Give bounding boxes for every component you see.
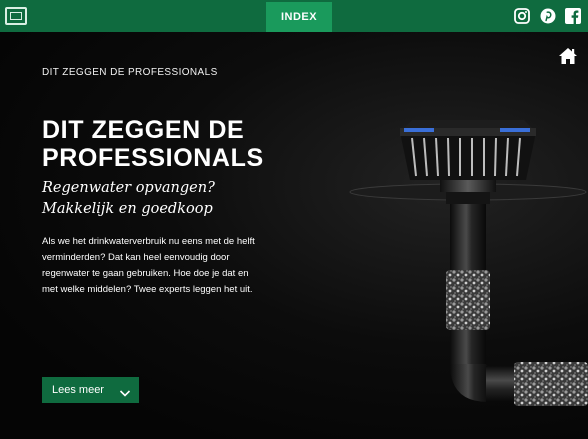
subtitle: Regenwater opvangen? Makkelijk en goedko… [42,178,272,220]
home-icon[interactable] [558,47,578,65]
read-more-label: Lees meer [52,384,104,396]
subtitle-line-1: Regenwater opvangen? [42,180,215,196]
subtitle-line-2: Makkelijk en goedkoop [42,201,213,217]
roof-drain-pipe-image [300,110,588,439]
page-title: DIT ZEGGEN DE PROFESSIONALS [42,116,302,172]
instagram-icon[interactable] [514,8,530,24]
top-bar: INDEX [0,0,588,32]
title-line-1: DIT ZEGGEN DE [42,116,245,144]
read-more-button[interactable]: Lees meer [42,377,139,403]
breadcrumb: DIT ZEGGEN DE PROFESSIONALS [42,67,218,78]
logo-icon[interactable] [5,7,27,25]
page: INDEX DIT ZEGGEN DE PROFESSIONALS DIT ZE… [0,0,588,439]
pinterest-icon[interactable] [540,8,556,24]
intro-text: Als we het drinkwaterverbruik nu eens me… [42,236,255,295]
title-line-2: PROFESSIONALS [42,144,264,172]
facebook-icon[interactable] [565,8,581,24]
index-tab[interactable]: INDEX [266,2,332,32]
chevron-down-icon [119,383,131,397]
